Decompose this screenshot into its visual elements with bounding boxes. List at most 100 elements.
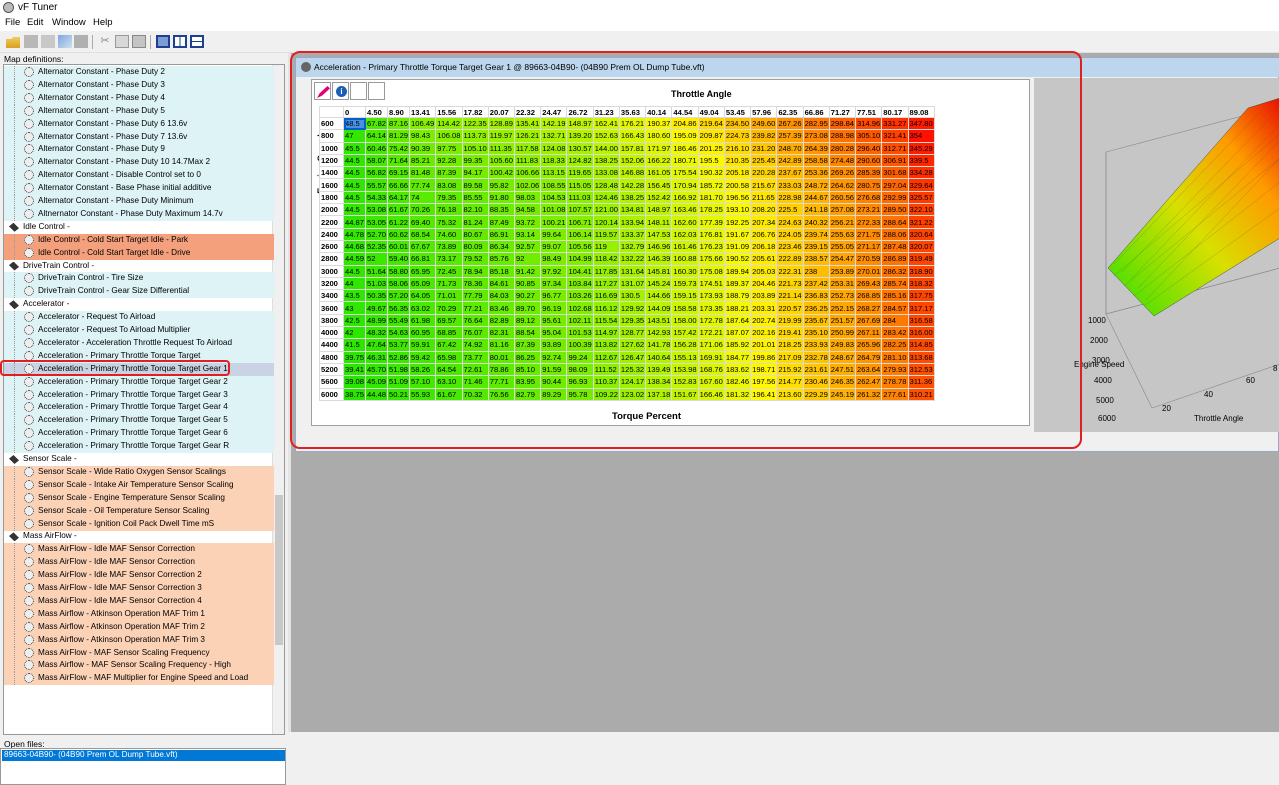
map-definitions-tree[interactable]: Alternator Constant - Phase Duty 2 Altern… [3, 64, 285, 735]
tree-item[interactable]: DriveTrain Control - Gear Size Different… [4, 285, 274, 299]
tile-horizontal-icon[interactable] [190, 35, 204, 48]
menu-help[interactable]: Help [93, 17, 113, 28]
tree-item[interactable]: Alternator Constant - Disable Control se… [4, 169, 274, 183]
menu-file[interactable]: File [5, 17, 20, 28]
tree-item[interactable]: Sensor Scale - Engine Temperature Sensor… [4, 491, 274, 505]
tree-item[interactable]: Idle Control - Cold Start Target Idle - … [4, 246, 274, 260]
save-icon[interactable] [24, 35, 38, 48]
tile-vertical-icon[interactable] [173, 35, 187, 48]
tree-connector [14, 336, 22, 350]
tree-item[interactable]: Accelerator - Acceleration Throttle Requ… [4, 336, 274, 350]
tree-item[interactable]: Alternator Constant - Phase Duty 2 [4, 66, 274, 79]
tree-connector [14, 582, 22, 595]
tree-item-label: Accelerator - Acceleration Throttle Requ… [38, 337, 233, 347]
gear-icon [24, 67, 34, 77]
gear-icon [24, 170, 34, 181]
tree-item[interactable]: Mass AirFlow - MAF Multiplier for Engine… [4, 672, 274, 686]
tree-item[interactable]: Alternator Constant - Phase Duty 9 [4, 143, 274, 157]
tree-connector [14, 491, 22, 505]
copy-icon[interactable] [115, 35, 129, 48]
tree-item[interactable]: Acceleration - Primary Throttle Torque T… [4, 414, 274, 428]
gear-icon [24, 105, 34, 116]
print-icon[interactable] [74, 35, 88, 48]
gear-icon [24, 312, 34, 323]
tree-item-label: Sensor Scale - Oil Temperature Sensor Sc… [38, 505, 210, 515]
tree-item[interactable]: Mass AirFlow - Idle MAF Sensor Correctio… [4, 556, 274, 570]
tree-item-label: Sensor Scale - Ignition Coil Pack Dwell … [38, 518, 215, 528]
gear-icon [24, 325, 34, 335]
tree-item[interactable]: Acceleration - Primary Throttle Torque T… [4, 388, 274, 402]
tree-item[interactable]: Idle Control - Cold Start Target Idle - … [4, 233, 274, 247]
compare-icon[interactable] [58, 35, 72, 48]
tree-item[interactable]: Sensor Scale - Intake Air Temperature Se… [4, 478, 274, 492]
tree-connector [14, 414, 22, 428]
tree-item[interactable]: Alternator Constant - Phase Duty 4 [4, 91, 274, 105]
tree-item-label: Acceleration - Primary Throttle Torque T… [38, 428, 228, 438]
gear-icon [24, 621, 34, 632]
save-all-icon[interactable] [41, 35, 55, 48]
tree-item[interactable]: Mass Airflow - MAF Sensor Scaling Freque… [4, 659, 274, 673]
cut-icon[interactable]: ✂ [98, 35, 112, 48]
cascade-windows-icon[interactable] [156, 35, 170, 48]
gear-icon [24, 505, 34, 516]
tree-folder[interactable]: Mass AirFlow - [4, 530, 274, 543]
app-title: vF Tuner [18, 2, 58, 13]
gear-icon [24, 131, 34, 142]
gear-icon [24, 673, 34, 684]
tree-connector [14, 78, 22, 92]
tree-item-label: DriveTrain Control - Tire Size [38, 273, 144, 283]
gear-icon [24, 492, 34, 503]
tree-item[interactable]: Accelerator - Request To Airload [4, 311, 274, 325]
tree-item[interactable]: DriveTrain Control - Tire Size [4, 272, 274, 286]
tree-connector [14, 478, 22, 492]
tree-item[interactable]: Alternator Constant - Phase Duty 6 13.6v [4, 117, 274, 131]
tree-item[interactable]: Alternator Constant - Phase Duty 7 13.6v [4, 130, 274, 144]
open-files-list[interactable]: 89663-04B90- (04B90 Prem OL Dump Tube.vf… [0, 748, 286, 785]
tree-item[interactable]: Sensor Scale - Wide Ratio Oxygen Sensor … [4, 465, 274, 479]
tree-item-label: Altnernator Constant - Phase Duty Maximu… [38, 208, 223, 218]
tree-connector [14, 517, 22, 531]
tree-item[interactable]: Mass Airflow - Atkinson Operation MAF Tr… [4, 620, 274, 634]
tree-item[interactable]: Mass Airflow - Atkinson Operation MAF Tr… [4, 633, 274, 647]
tree-scrollbar-thumb[interactable] [275, 495, 283, 645]
tree-folder[interactable]: Idle Control - [4, 221, 274, 234]
paste-icon[interactable] [132, 35, 146, 48]
tree-item-label: Sensor Scale - Wide Ratio Oxygen Sensor … [38, 466, 226, 476]
open-folder-icon[interactable] [6, 36, 20, 48]
gear-icon [24, 557, 34, 568]
plot-x-tick: 60 [1246, 376, 1255, 385]
gear-icon [24, 544, 34, 555]
open-file-item[interactable]: 89663-04B90- (04B90 Prem OL Dump Tube.vf… [2, 750, 285, 761]
tree-item[interactable]: Acceleration - Primary Throttle Torque T… [4, 375, 274, 389]
tree-item[interactable]: Alternator Constant - Phase Duty 5 [4, 104, 274, 118]
tree-item[interactable]: Sensor Scale - Oil Temperature Sensor Sc… [4, 504, 274, 518]
tree-item[interactable]: Acceleration - Primary Throttle Torque T… [4, 401, 274, 415]
tree-item[interactable]: Mass AirFlow - Idle MAF Sensor Correctio… [4, 594, 274, 608]
tree-item-label: Alternator Constant - Phase Duty 7 13.6v [38, 131, 188, 141]
tree-item[interactable]: Alternator Constant - Phase Duty 3 [4, 78, 274, 92]
toolbar: ✂ [0, 31, 1279, 53]
tree-folder-label: DriveTrain Control - [23, 260, 95, 270]
gear-icon [24, 518, 34, 529]
tree-item[interactable]: Mass AirFlow - Idle MAF Sensor Correctio… [4, 543, 274, 557]
menu-edit[interactable]: Edit [27, 17, 43, 28]
tree-item[interactable]: Acceleration - Primary Throttle Torque T… [4, 427, 274, 441]
menu-window[interactable]: Window [52, 17, 86, 28]
tree-item[interactable]: Mass AirFlow - MAF Sensor Scaling Freque… [4, 646, 274, 660]
tree-item[interactable]: Mass AirFlow - Idle MAF Sensor Correctio… [4, 569, 274, 583]
tree-item[interactable]: Alternator Constant - Base Phase initial… [4, 182, 274, 196]
gear-icon [24, 183, 34, 194]
tree-item[interactable]: Alternator Constant - Phase Duty Minimum [4, 195, 274, 208]
tree-item[interactable]: Acceleration - Primary Throttle Torque T… [4, 440, 274, 454]
tree-item[interactable]: Altnernator Constant - Phase Duty Maximu… [4, 207, 274, 221]
tree-folder[interactable]: Sensor Scale - [4, 453, 274, 466]
tree-item[interactable]: Alternator Constant - Phase Duty 10 14.7… [4, 156, 274, 170]
tree-item[interactable]: Accelerator - Request To Airload Multipl… [4, 324, 274, 337]
tree-folder[interactable]: Accelerator - [4, 298, 274, 311]
tree-item[interactable]: Mass AirFlow - Idle MAF Sensor Correctio… [4, 582, 274, 595]
tree-item[interactable]: Mass Airflow - Atkinson Operation MAF Tr… [4, 607, 274, 621]
tree-connector [14, 672, 22, 686]
tree-folder-label: Idle Control - [23, 221, 70, 231]
tree-item[interactable]: Sensor Scale - Ignition Coil Pack Dwell … [4, 517, 274, 531]
tree-folder[interactable]: DriveTrain Control - [4, 260, 274, 273]
